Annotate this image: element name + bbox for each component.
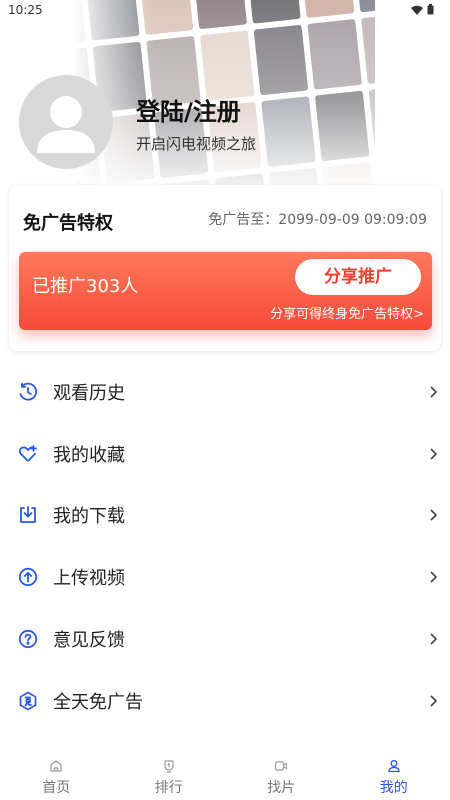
nav-tab-profile[interactable]: 我的 — [338, 751, 450, 800]
menu-list: 观看历史 我的收藏 我的下载 上传视频 意见反馈 全天免广告 — [0, 361, 450, 732]
profile-icon — [388, 760, 400, 773]
nav-tab-home[interactable]: 首页 — [0, 751, 113, 800]
chevron-right-icon — [430, 571, 438, 583]
nav-tab-ranking[interactable]: 排行 — [113, 751, 226, 800]
menu-label: 全天免广告 — [53, 691, 143, 713]
user-avatar-icon — [37, 96, 95, 153]
chevron-right-icon — [430, 633, 438, 645]
status-bar: 10:25 — [0, 0, 450, 22]
profile-subtitle: 开启闪电视频之旅 — [136, 135, 257, 153]
menu-item-history[interactable]: 观看历史 — [0, 361, 450, 423]
upload-icon — [17, 566, 39, 588]
wifi-icon — [411, 5, 423, 15]
promotion-banner: 已推广303人 分享推广 分享可得终身免广告特权> — [19, 252, 432, 330]
ad-free-card: 免广告特权 免广告至：2099-09-09 09:09:09 已推广303人 分… — [9, 185, 441, 351]
share-hint-link[interactable]: 分享可得终身免广告特权> — [270, 303, 424, 322]
menu-item-favorites[interactable]: 我的收藏 — [0, 423, 450, 485]
menu-item-feedback[interactable]: 意见反馈 — [0, 608, 450, 670]
download-icon — [17, 504, 39, 526]
menu-label: 意见反馈 — [53, 630, 125, 652]
avatar[interactable] — [19, 75, 113, 169]
chevron-right-icon — [430, 695, 438, 707]
history-icon — [17, 381, 39, 403]
chevron-right-icon — [430, 509, 438, 522]
ad-free-title: 免广告特权 — [23, 213, 113, 234]
ranking-icon — [164, 760, 174, 773]
find-video-icon — [275, 761, 288, 771]
menu-item-ad-free[interactable]: 全天免广告 — [0, 670, 450, 732]
menu-item-downloads[interactable]: 我的下载 — [0, 485, 450, 547]
login-register-link[interactable]: 登陆/注册 — [136, 92, 241, 127]
nav-label: 首页 — [42, 780, 71, 796]
ad-free-expiry: 免广告至：2099-09-09 09:09:09 — [208, 212, 427, 228]
menu-label: 上传视频 — [53, 568, 125, 590]
chevron-right-icon — [430, 386, 438, 398]
home-icon — [50, 760, 62, 772]
share-promotion-button[interactable]: 分享推广 — [295, 259, 421, 295]
status-time: 10:25 — [8, 3, 43, 17]
ad-free-icon — [17, 690, 39, 712]
feedback-icon — [17, 628, 39, 650]
menu-label: 观看历史 — [53, 382, 125, 404]
profile-header: 登陆/注册 开启闪电视频之旅 — [0, 0, 450, 190]
nav-label: 找片 — [267, 780, 296, 796]
menu-item-upload[interactable]: 上传视频 — [0, 546, 450, 608]
bottom-nav: 首页 排行 找片 我的 — [0, 751, 450, 800]
menu-label: 我的下载 — [53, 506, 125, 528]
promotion-count: 已推广303人 — [32, 276, 139, 297]
battery-icon — [427, 4, 434, 15]
heart-icon — [17, 443, 39, 465]
nav-label: 排行 — [154, 780, 183, 796]
nav-label: 我的 — [379, 780, 408, 796]
menu-label: 我的收藏 — [53, 444, 125, 466]
nav-tab-find-video[interactable]: 找片 — [225, 751, 338, 800]
chevron-right-icon — [430, 448, 438, 460]
